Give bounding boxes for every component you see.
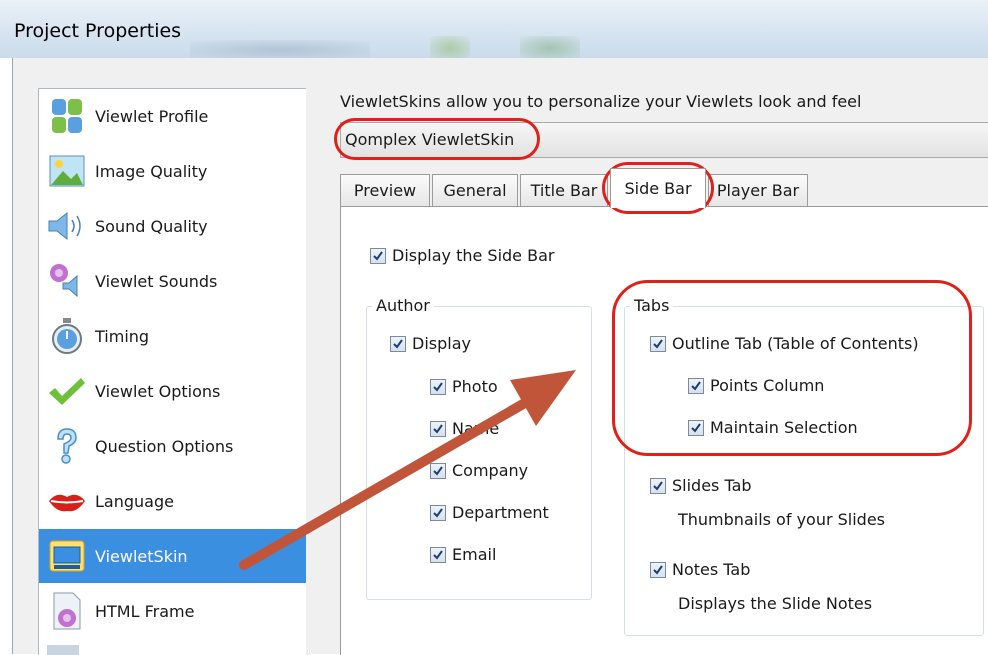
tab-side-bar[interactable]: Side Bar bbox=[610, 168, 706, 208]
annotation-arrow bbox=[239, 370, 576, 570]
